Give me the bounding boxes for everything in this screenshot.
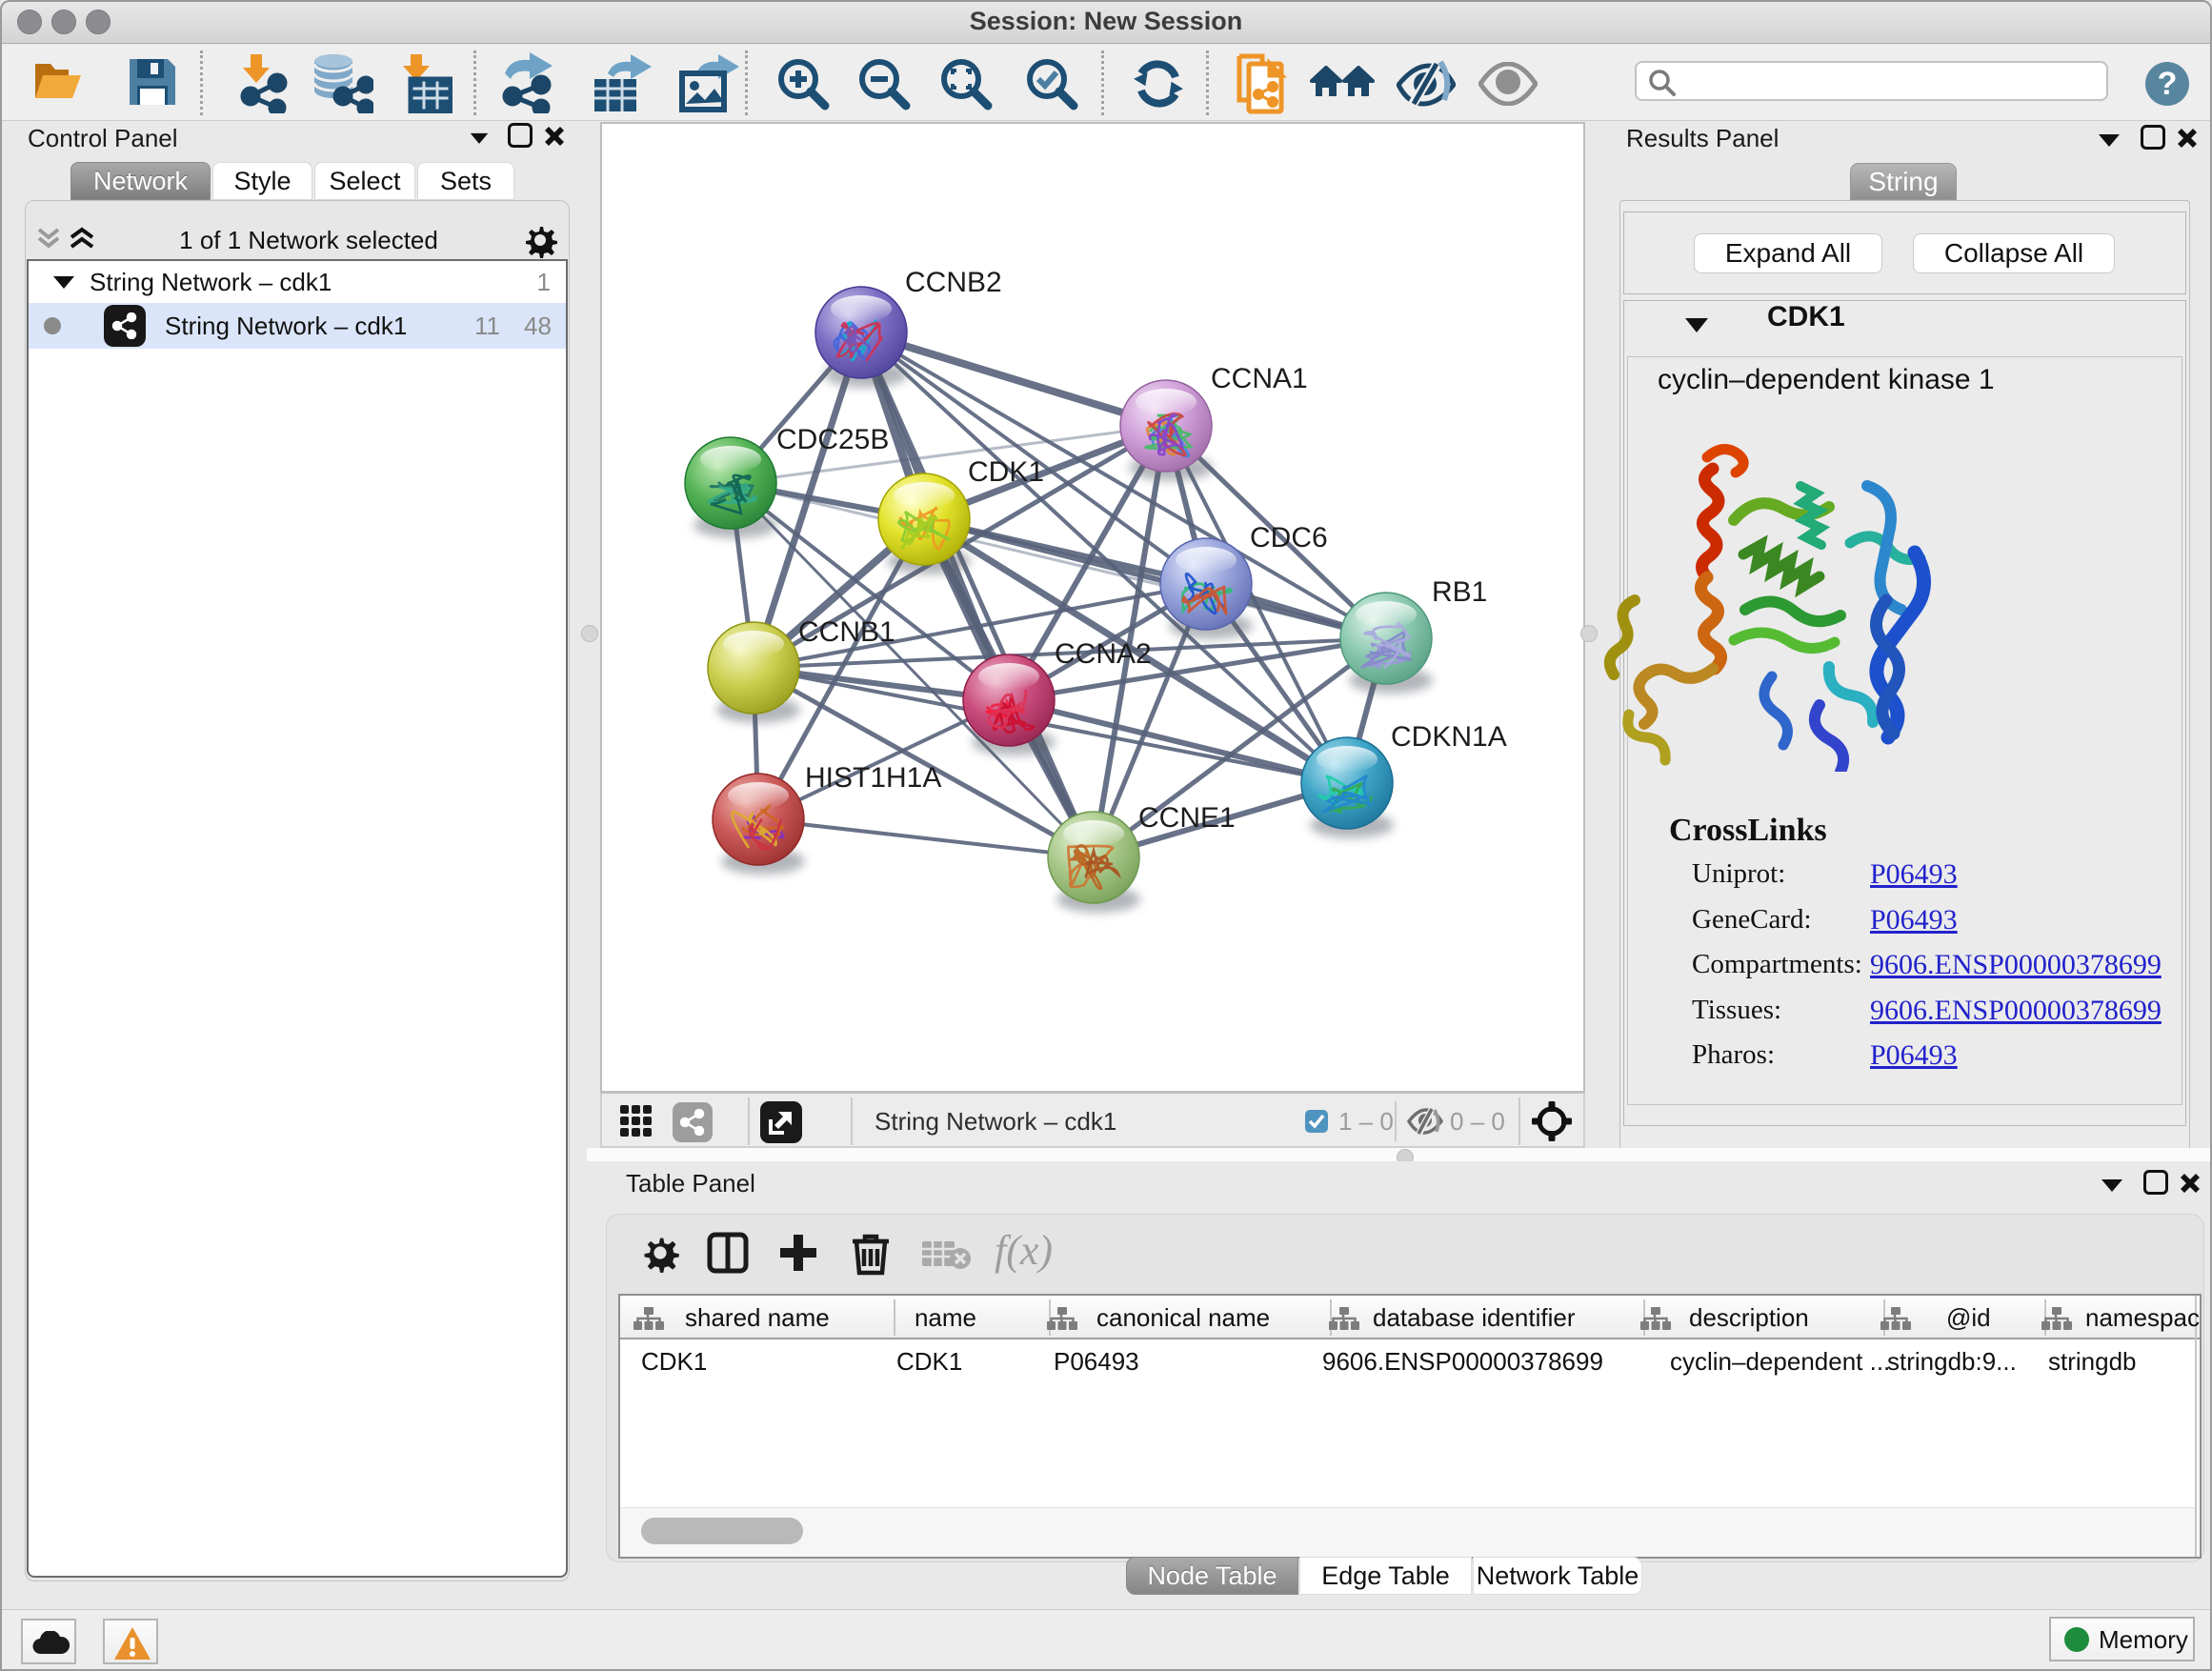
svg-text:CCNE1: CCNE1	[1138, 802, 1236, 834]
svg-text:CCNA1: CCNA1	[1211, 363, 1308, 394]
svg-text:CDK1: CDK1	[968, 456, 1044, 488]
svg-text:CDC6: CDC6	[1250, 522, 1328, 554]
svg-text:CCNB2: CCNB2	[905, 267, 1002, 298]
svg-text:CDC25B: CDC25B	[776, 424, 889, 455]
svg-text:CDKN1A: CDKN1A	[1391, 721, 1507, 753]
svg-text:RB1: RB1	[1432, 576, 1487, 608]
svg-text:CCNA2: CCNA2	[1055, 638, 1152, 670]
svg-text:HIST1H1A: HIST1H1A	[805, 762, 941, 794]
svg-text:CCNB1: CCNB1	[798, 616, 895, 648]
